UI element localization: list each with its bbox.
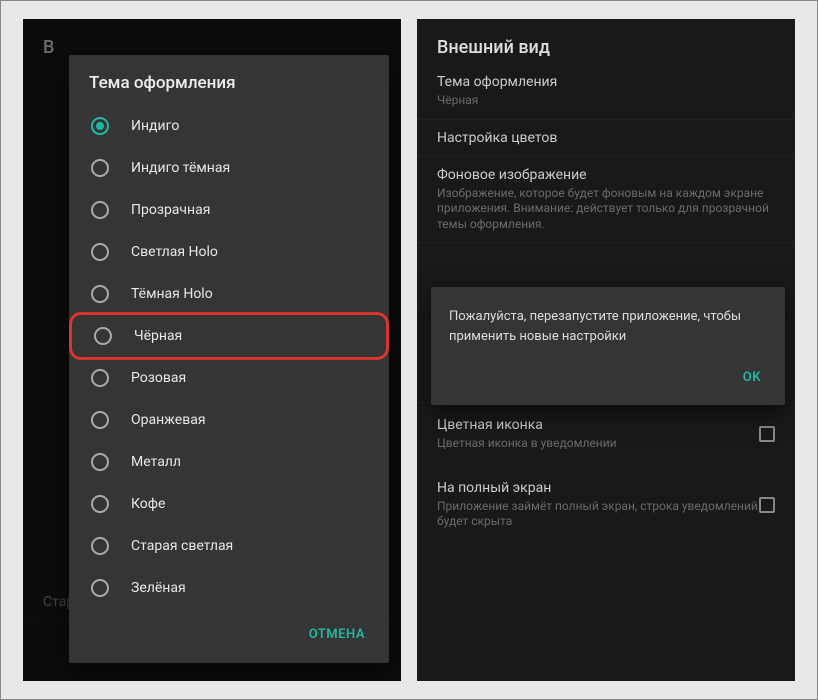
- theme-option-label: Розовая: [131, 370, 186, 386]
- radio-icon: [91, 495, 109, 513]
- theme-option-2[interactable]: Прозрачная: [69, 189, 389, 231]
- setting-theme[interactable]: Тема оформления Чёрная: [417, 64, 795, 120]
- theme-option-label: Индиго тёмная: [131, 160, 230, 176]
- composite-screenshot: В Старый вид Профиля Тема оформления Инд…: [0, 0, 818, 700]
- radio-icon: [91, 285, 109, 303]
- cancel-button[interactable]: ОТМЕНА: [299, 619, 375, 650]
- theme-option-label: Индиго: [131, 118, 179, 134]
- theme-option-label: Зелёная: [131, 580, 186, 596]
- ok-button[interactable]: OK: [733, 362, 771, 393]
- setting-theme-title: Тема оформления: [437, 74, 775, 90]
- radio-icon: [91, 159, 109, 177]
- theme-option-10[interactable]: Старая светлая: [69, 525, 389, 567]
- radio-icon: [91, 243, 109, 261]
- theme-radio-list: Индиго Индиго тёмная Прозрачная Светлая Hol…: [69, 105, 389, 609]
- restart-message: Пожалуйста, перезапустите приложение, чт…: [431, 291, 785, 352]
- theme-option-0[interactable]: Индиго: [69, 105, 389, 147]
- radio-icon: [91, 579, 109, 597]
- restart-dialog: Пожалуйста, перезапустите приложение, чт…: [431, 287, 785, 405]
- theme-option-11[interactable]: Зелёная: [69, 567, 389, 609]
- setting-bgimage[interactable]: Фоновое изображение Изображение, которое…: [417, 157, 795, 244]
- right-screen: Внешний вид Тема оформления Чёрная Настр…: [417, 19, 795, 681]
- fullscreen-title: На полный экран: [437, 480, 759, 496]
- setting-colors-title: Настройка цветов: [437, 130, 775, 146]
- theme-option-label: Оранжевая: [131, 412, 206, 428]
- theme-option-6[interactable]: Розовая: [69, 357, 389, 399]
- theme-option-label: Металл: [131, 454, 181, 470]
- theme-option-label: Чёрная: [134, 328, 182, 344]
- theme-option-label: Старая светлая: [131, 538, 233, 554]
- setting-colors[interactable]: Настройка цветов: [417, 120, 795, 157]
- theme-option-7[interactable]: Оранжевая: [69, 399, 389, 441]
- fullscreen-checkbox[interactable]: [759, 497, 775, 513]
- color-icon-desc: Цветная иконка в уведомлении: [437, 436, 759, 452]
- theme-option-label: Тёмная Holo: [131, 286, 213, 302]
- restart-actions: OK: [431, 352, 785, 403]
- left-screen: В Старый вид Профиля Тема оформления Инд…: [23, 19, 401, 681]
- theme-dialog: Тема оформления Индиго Индиго тёмная Прозр…: [69, 55, 389, 663]
- radio-icon: [91, 201, 109, 219]
- radio-icon: [91, 537, 109, 555]
- radio-icon: [91, 117, 109, 135]
- theme-option-label: Прозрачная: [131, 202, 210, 218]
- dialog-title: Тема оформления: [69, 55, 389, 105]
- setting-fullscreen[interactable]: На полный экран Приложение займёт полный…: [417, 466, 795, 544]
- theme-option-label: Светлая Holo: [131, 244, 218, 260]
- setting-bgimage-title: Фоновое изображение: [437, 167, 775, 183]
- setting-color-icon[interactable]: Цветная иконка Цветная иконка в уведомле…: [417, 403, 795, 466]
- setting-bgimage-desc: Изображение, которое будет фоновым на ка…: [437, 186, 775, 233]
- theme-option-8[interactable]: Металл: [69, 441, 389, 483]
- theme-option-4[interactable]: Тёмная Holo: [69, 273, 389, 315]
- radio-icon: [91, 369, 109, 387]
- theme-option-9[interactable]: Кофе: [69, 483, 389, 525]
- radio-icon: [94, 327, 112, 345]
- theme-option-label: Кофе: [131, 496, 165, 512]
- theme-option-1[interactable]: Индиго тёмная: [69, 147, 389, 189]
- page-title: Внешний вид: [417, 19, 795, 64]
- theme-option-5[interactable]: Чёрная: [69, 312, 389, 360]
- color-icon-checkbox[interactable]: [759, 426, 775, 442]
- radio-icon: [91, 453, 109, 471]
- dialog-actions: ОТМЕНА: [69, 609, 389, 660]
- radio-icon: [91, 411, 109, 429]
- fullscreen-desc: Приложение займёт полный экран, строка у…: [437, 499, 759, 530]
- theme-option-3[interactable]: Светлая Holo: [69, 231, 389, 273]
- color-icon-title: Цветная иконка: [437, 417, 759, 433]
- setting-theme-value: Чёрная: [437, 93, 775, 109]
